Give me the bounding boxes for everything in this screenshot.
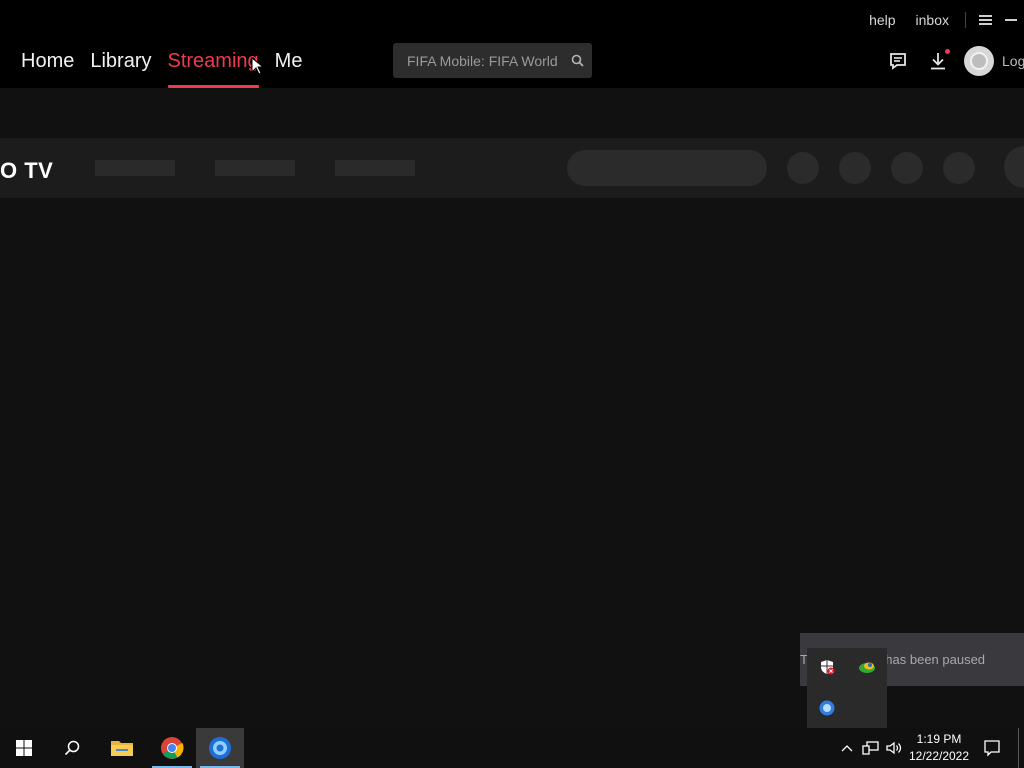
action-center-icon[interactable] [982, 738, 1002, 758]
search-icon[interactable] [569, 53, 585, 69]
skeleton-icon [891, 152, 923, 184]
skeleton-tab [215, 160, 295, 176]
show-desktop-button[interactable] [1018, 728, 1024, 768]
clock-time: 1:19 PM [916, 732, 962, 746]
tab-me[interactable]: Me [275, 40, 303, 88]
skeleton-search [567, 150, 767, 186]
chevron-up-icon[interactable] [837, 738, 857, 758]
app-header: help inbox Home Library Streaming Me Log [0, 0, 1024, 88]
clock-date: 12/22/2022 [908, 749, 970, 763]
file-explorer-icon[interactable] [98, 728, 146, 768]
skeleton-icon [943, 152, 975, 184]
app-tray-icon[interactable] [817, 698, 837, 718]
network-app-icon[interactable] [857, 657, 877, 677]
windows-taskbar: 1:19 PM 12/22/2022 [0, 728, 1024, 768]
help-link[interactable]: help [859, 12, 905, 28]
minimize-icon[interactable] [998, 7, 1024, 33]
main-nav: Home Library Streaming Me [0, 40, 318, 88]
chrome-icon[interactable] [148, 728, 196, 768]
top-links: help inbox [859, 0, 1024, 40]
search-box [393, 43, 592, 78]
skeleton-tab [335, 160, 415, 176]
network-icon[interactable] [861, 738, 881, 758]
avatar[interactable] [964, 46, 994, 76]
login-link[interactable]: Log [1002, 53, 1024, 69]
search-input[interactable] [405, 51, 559, 70]
taskbar-clock[interactable]: 1:19 PM 12/22/2022 [904, 731, 974, 765]
tab-streaming[interactable]: Streaming [167, 40, 259, 88]
skeleton-icon [839, 152, 871, 184]
tab-library[interactable]: Library [90, 40, 151, 88]
brand-logo: O TV [0, 158, 54, 183]
skeleton-icon [787, 152, 819, 184]
tray-overflow-popup [807, 648, 887, 728]
skeleton-tab [95, 160, 175, 176]
divider [965, 12, 966, 28]
message-icon[interactable] [884, 47, 912, 75]
windows-icon [16, 740, 32, 756]
inbox-link[interactable]: inbox [906, 12, 959, 28]
cursor-icon [251, 57, 263, 75]
notification-dot [945, 49, 950, 54]
start-button[interactable] [0, 728, 48, 768]
header-actions: Log [884, 44, 1024, 78]
taskbar-search-icon[interactable] [48, 728, 96, 768]
download-icon[interactable] [924, 47, 952, 75]
app-taskbar-icon[interactable] [196, 728, 244, 768]
tab-home[interactable]: Home [21, 40, 74, 88]
volume-icon[interactable] [884, 738, 904, 758]
security-shield-icon[interactable] [817, 657, 837, 677]
menu-icon[interactable] [972, 7, 998, 33]
